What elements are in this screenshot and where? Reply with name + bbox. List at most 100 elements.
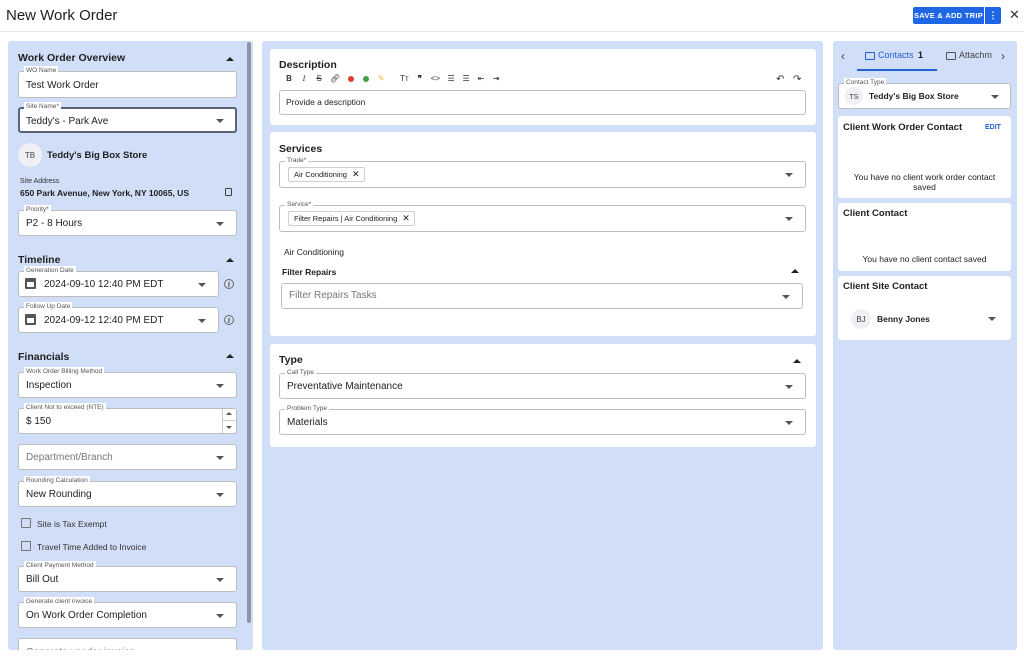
problem-type-label: Problem Type	[285, 404, 329, 413]
quote-icon[interactable]: ❞	[416, 74, 424, 84]
billing-method-value: Inspection	[26, 380, 72, 391]
edit-contact-link[interactable]: EDIT	[985, 124, 1001, 131]
rounding-select[interactable]: Rounding Calculation New Rounding	[18, 476, 237, 507]
left-panel-scrollbar[interactable]	[247, 42, 251, 623]
remove-chip-icon[interactable]: ✕	[352, 169, 360, 180]
chevron-down-icon	[785, 421, 793, 425]
call-type-select[interactable]: Call Type Preventative Maintenance	[279, 368, 806, 399]
trade-chip[interactable]: Air Conditioning ✕	[288, 167, 365, 182]
stepper-down-icon[interactable]	[226, 426, 232, 429]
nte-stepper[interactable]	[222, 409, 236, 433]
type-title: Type	[279, 354, 303, 366]
financials-section-title: Financials	[18, 351, 70, 363]
strikethrough-button[interactable]: S	[315, 74, 323, 84]
generate-invoice-select[interactable]: Generate client invoice On Work Order Co…	[18, 597, 237, 628]
save-and-add-trip-button[interactable]: SAVE & ADD TRIP	[913, 7, 984, 24]
chevron-down-icon	[216, 614, 224, 618]
collapse-type-icon[interactable]	[793, 359, 801, 363]
tasks-select[interactable]: Filter Repairs Tasks	[281, 283, 803, 309]
chevron-down-icon	[991, 95, 999, 99]
tax-exempt-checkbox[interactable]	[21, 518, 31, 528]
chevron-down-icon	[785, 173, 793, 177]
department-select[interactable]: Department/Branch	[18, 444, 237, 470]
client-avatar: TB	[18, 143, 42, 167]
no-wo-contact-message: You have no client work order contact sa…	[853, 172, 996, 192]
travel-time-label: Travel Time Added to Invoice	[37, 542, 147, 552]
service-label: Service*	[285, 200, 314, 209]
redo-icon[interactable]: ↷	[793, 74, 801, 85]
indent-icon[interactable]: ⇥	[492, 74, 500, 84]
description-title: Description	[279, 59, 337, 71]
green-color-icon[interactable]	[362, 76, 370, 82]
service-heading: Filter Repairs	[282, 267, 337, 277]
bullet-list-icon[interactable]: ☰	[447, 74, 455, 84]
link-icon[interactable]: 🔗︎	[330, 74, 340, 84]
generation-date-field[interactable]: Generation Date 2024-09-10 12:40 PM EDT	[18, 266, 219, 297]
collapse-financials-icon[interactable]	[226, 354, 234, 358]
highlight-pen-icon[interactable]: ✎	[377, 74, 385, 84]
wo-name-label: WO Name	[24, 66, 59, 75]
site-name-value: Teddy's - Park Ave	[26, 116, 109, 127]
chevron-down-icon	[216, 493, 224, 497]
department-placeholder: Department/Branch	[26, 452, 113, 463]
red-color-icon[interactable]	[347, 76, 355, 82]
contacts-tab-icon	[865, 52, 875, 60]
generate-invoice-label: Generate client invoice	[24, 597, 95, 606]
chevron-down-icon	[785, 217, 793, 221]
follow-up-date-label: Follow Up Date	[24, 302, 73, 311]
tab-contacts[interactable]: Contacts	[878, 50, 914, 60]
trade-label: Trade*	[285, 156, 309, 165]
info-icon[interactable]: i	[224, 315, 234, 325]
generation-date-value: 2024-09-10 12:40 PM EDT	[44, 279, 164, 290]
more-options-button[interactable]: ⋮	[985, 7, 1001, 24]
site-address-value: 650 Park Avenue, New York, NY 10065, US	[20, 188, 189, 198]
tab-attachments[interactable]: Attachm	[959, 50, 992, 60]
chevron-down-icon	[782, 295, 790, 299]
numbered-list-icon[interactable]: ☰	[462, 74, 470, 84]
tax-exempt-label: Site is Tax Exempt	[37, 519, 107, 529]
bold-button[interactable]: B	[285, 74, 293, 84]
stepper-up-icon[interactable]	[226, 412, 232, 415]
billing-method-select[interactable]: Work Order Billing Method Inspection	[18, 367, 237, 398]
nte-input[interactable]: Client Not to exceed (NTE) $ 150	[18, 403, 237, 434]
site-contact-avatar: BJ	[851, 309, 871, 329]
calendar-icon	[25, 314, 36, 325]
follow-up-date-field[interactable]: Follow Up Date 2024-09-12 12:40 PM EDT	[18, 302, 219, 333]
call-type-value: Preventative Maintenance	[287, 381, 403, 392]
chevron-right-icon[interactable]: ›	[1001, 50, 1005, 62]
collapse-service-icon[interactable]	[791, 269, 799, 273]
contact-type-select[interactable]: Contact Type TS Teddy's Big Box Store	[838, 78, 1011, 109]
collapse-overview-icon[interactable]	[226, 57, 234, 61]
vendor-invoice-select[interactable]: Generate vendor invoice	[18, 638, 237, 656]
priority-select[interactable]: Priority* P2 - 8 Hours	[18, 205, 237, 236]
site-name-select[interactable]: Site Name* Teddy's - Park Ave	[18, 102, 237, 133]
follow-up-date-value: 2024-09-12 12:40 PM EDT	[44, 315, 164, 326]
copy-icon[interactable]	[225, 188, 232, 196]
code-icon[interactable]: <>	[431, 74, 440, 84]
undo-icon[interactable]: ↶	[776, 74, 784, 85]
close-icon[interactable]: ✕	[1009, 8, 1020, 21]
problem-type-select[interactable]: Problem Type Materials	[279, 404, 806, 435]
remove-chip-icon[interactable]: ✕	[402, 213, 410, 224]
chevron-down-icon	[785, 385, 793, 389]
payment-method-select[interactable]: Client Payment Method Bill Out	[18, 561, 237, 592]
travel-time-checkbox[interactable]	[21, 541, 31, 551]
outdent-icon[interactable]: ⇤	[477, 74, 485, 84]
italic-button[interactable]: I	[300, 74, 308, 84]
info-icon[interactable]: i	[224, 279, 234, 289]
wo-name-field[interactable]: WO Name Test Work Order	[18, 66, 237, 98]
service-chip[interactable]: Filter Repairs | Air Conditioning ✕	[288, 211, 415, 226]
chevron-down-icon	[216, 578, 224, 582]
text-size-icon[interactable]: Tт	[400, 74, 409, 84]
vendor-invoice-partial: Generate vendor invoice	[26, 647, 135, 656]
description-editor[interactable]: Provide a description	[279, 90, 806, 115]
nte-label: Client Not to exceed (NTE)	[24, 403, 106, 412]
service-chip-label: Filter Repairs | Air Conditioning	[294, 214, 398, 223]
chevron-down-icon[interactable]	[988, 317, 996, 321]
generation-date-label: Generation Date	[24, 266, 76, 275]
collapse-timeline-icon[interactable]	[226, 258, 234, 262]
active-tab-indicator	[857, 69, 937, 71]
chevron-left-icon[interactable]: ‹	[841, 50, 845, 62]
tasks-placeholder: Filter Repairs Tasks	[289, 290, 377, 301]
contact-type-label: Contact Type	[844, 78, 887, 87]
